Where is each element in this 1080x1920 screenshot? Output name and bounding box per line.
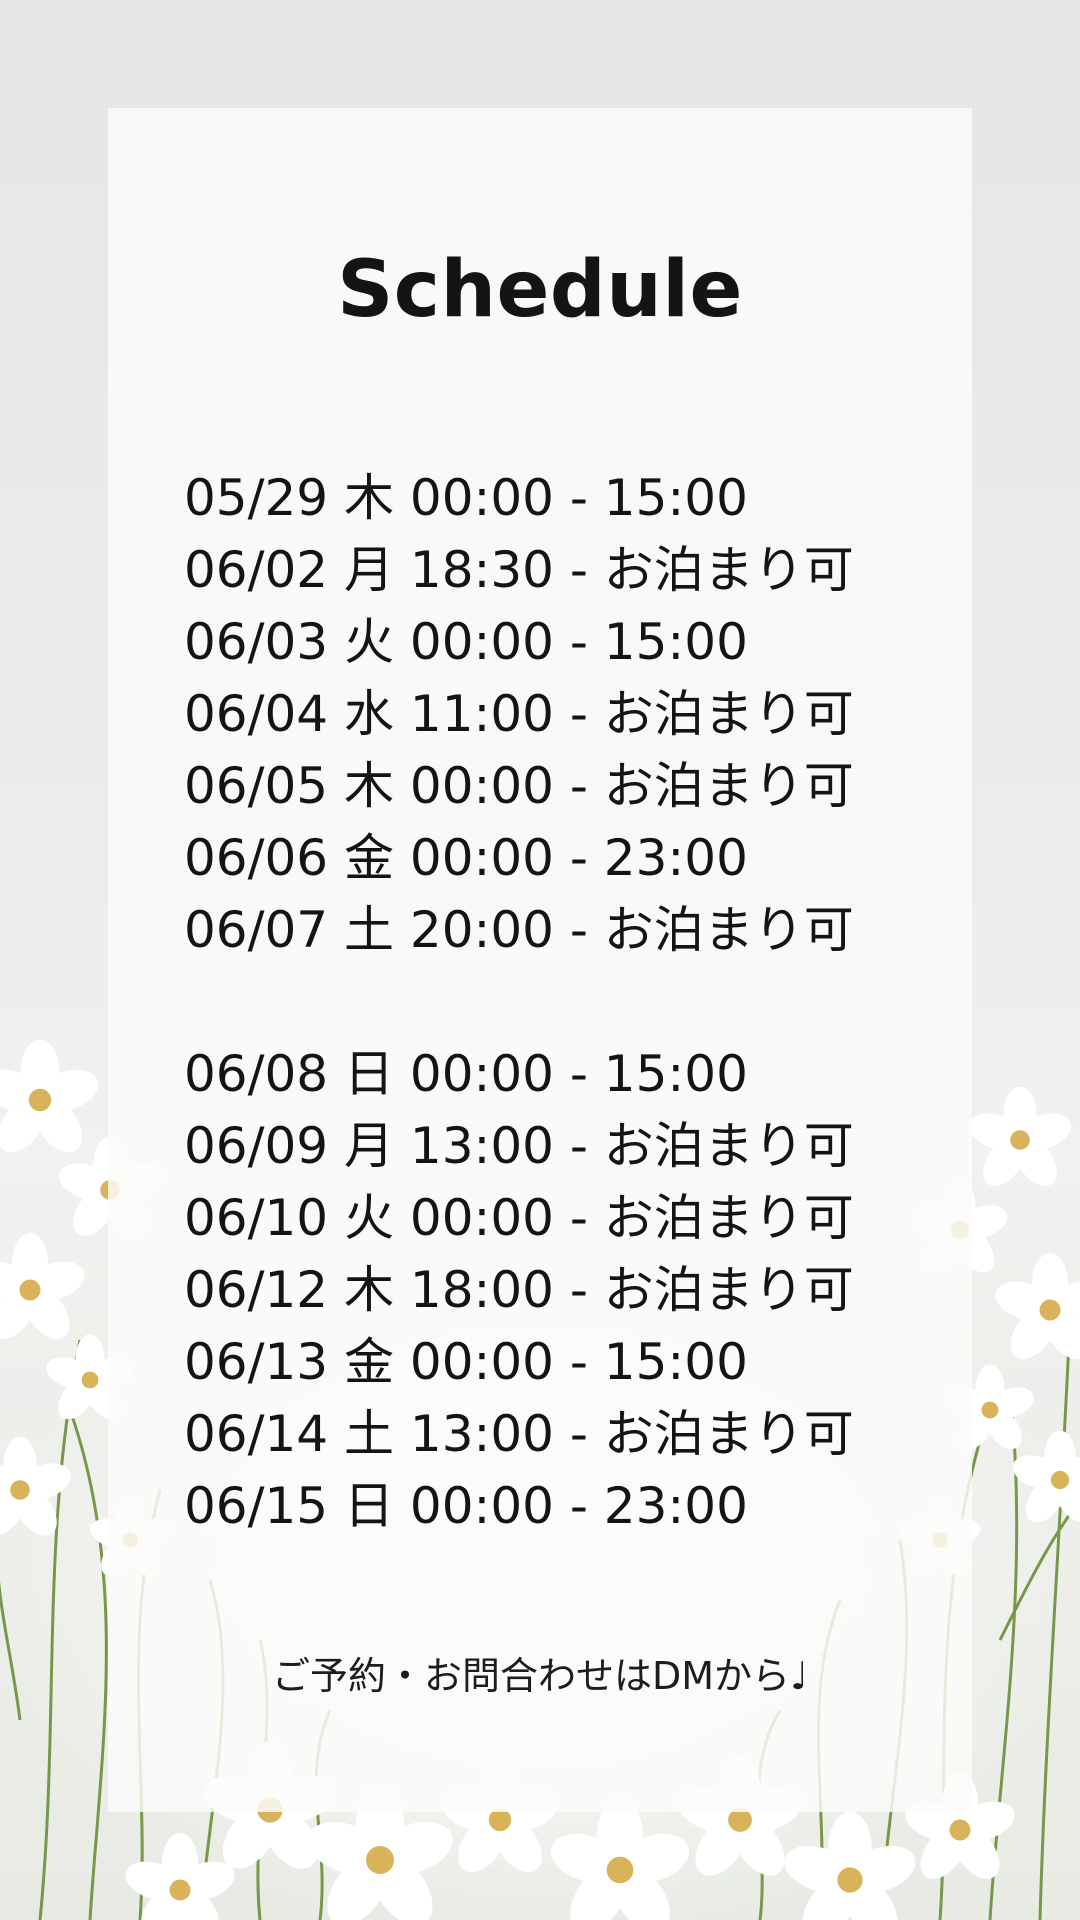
schedule-row: 06/15 日 00:00 - 23:00 bbox=[184, 1477, 748, 1535]
schedule-list-week-2: 06/08 日 00:00 - 15:00 06/09 月 13:00 - お泊… bbox=[184, 1038, 944, 1542]
schedule-row: 06/14 土 13:00 - お泊まり可 bbox=[184, 1405, 854, 1463]
schedule-row: 06/12 木 18:00 - お泊まり可 bbox=[184, 1261, 854, 1319]
schedule-row: 06/03 火 00:00 - 15:00 bbox=[184, 613, 748, 671]
booking-note: ご予約・お問合わせはDMから♩ bbox=[272, 1654, 808, 1698]
schedule-row: 06/04 水 11:00 - お泊まり可 bbox=[184, 685, 854, 743]
schedule-row: 06/02 月 18:30 - お泊まり可 bbox=[184, 541, 854, 599]
schedule-row: 05/29 木 00:00 - 15:00 bbox=[184, 469, 748, 527]
schedule-row: 06/06 金 00:00 - 23:00 bbox=[184, 829, 748, 887]
schedule-row: 06/13 金 00:00 - 15:00 bbox=[184, 1333, 748, 1391]
schedule-row: 06/08 日 00:00 - 15:00 bbox=[184, 1045, 748, 1103]
schedule-row: 06/05 木 00:00 - お泊まり可 bbox=[184, 757, 854, 815]
schedule-row: 06/10 火 00:00 - お泊まり可 bbox=[184, 1189, 854, 1247]
schedule-row: 06/07 土 20:00 - お泊まり可 bbox=[184, 901, 854, 959]
page-title: Schedule bbox=[337, 245, 743, 335]
schedule-list-week-1: 05/29 木 00:00 - 15:00 06/02 月 18:30 - お泊… bbox=[184, 462, 944, 966]
schedule-row: 06/09 月 13:00 - お泊まり可 bbox=[184, 1117, 854, 1175]
